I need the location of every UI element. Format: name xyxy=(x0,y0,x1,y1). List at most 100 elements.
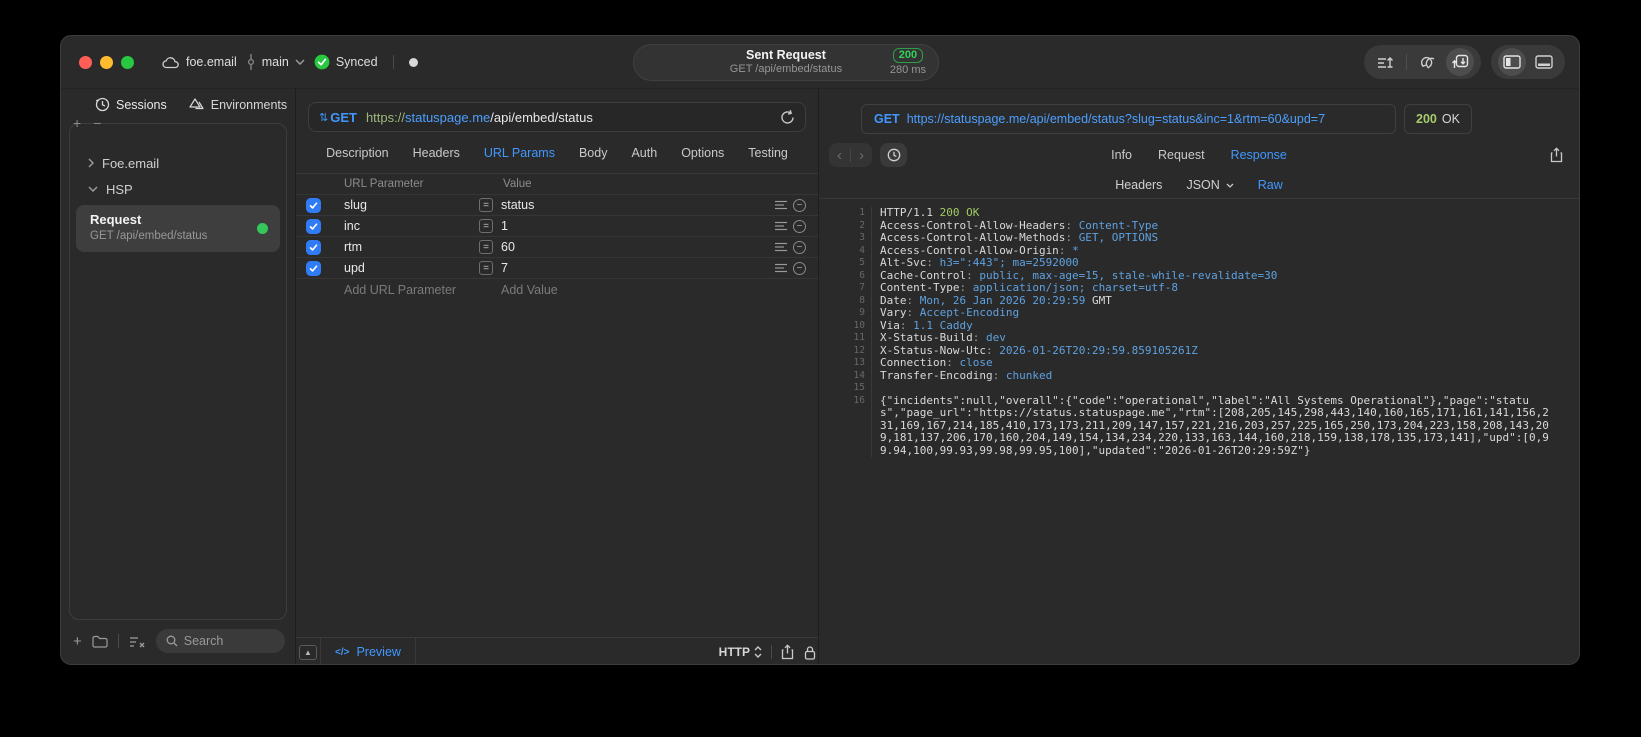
sent-request-url[interactable]: GET https://statuspage.me/api/embed/stat… xyxy=(861,103,1396,134)
search-icon xyxy=(166,635,178,647)
send-to-window-icon xyxy=(1451,54,1468,68)
param-enabled-checkbox[interactable] xyxy=(306,197,321,213)
filter-list-button[interactable] xyxy=(129,635,146,648)
tree-item-foe-email[interactable]: Foe.email xyxy=(70,150,286,176)
param-value-input[interactable]: 60 xyxy=(501,240,515,254)
params-header-row: URL Parameter Value xyxy=(296,174,818,195)
line-number: 3 xyxy=(859,232,865,243)
remove-param-icon[interactable]: − xyxy=(793,219,806,233)
collapse-panel-button[interactable]: ▲ xyxy=(296,638,321,664)
request-method[interactable]: GET xyxy=(330,110,357,125)
request-summary-pill[interactable]: Sent Request GET /api/embed/status 200 2… xyxy=(633,44,939,81)
environments-icon xyxy=(189,98,204,110)
remove-param-icon[interactable]: − xyxy=(793,198,806,212)
code-icon: </> xyxy=(335,646,350,658)
equals-operator-icon[interactable]: = xyxy=(479,240,493,254)
tab-description[interactable]: Description xyxy=(326,146,389,160)
request-tabs: Description Headers URL Params Body Auth Opti… xyxy=(296,132,818,174)
add-session-button[interactable]: + xyxy=(73,116,81,132)
param-enabled-checkbox[interactable] xyxy=(306,260,321,276)
new-folder-button[interactable] xyxy=(92,635,108,648)
reorder-handle-icon[interactable] xyxy=(775,200,787,210)
reorder-handle-icon[interactable] xyxy=(775,263,787,273)
zoom-window-button[interactable] xyxy=(121,55,134,69)
tab-sessions[interactable]: Sessions xyxy=(95,97,167,112)
export-session-button[interactable] xyxy=(1371,48,1399,76)
search-placeholder: Search xyxy=(183,634,224,648)
add-param-name-field[interactable]: Add URL Parameter xyxy=(344,283,456,297)
app-window: foe.email main Synced Sent Request GET /… xyxy=(60,35,1580,665)
response-panel: GET https://statuspage.me/api/embed/stat… xyxy=(819,89,1579,664)
param-name-input[interactable]: slug xyxy=(344,198,367,212)
status-code-badge: 200 xyxy=(892,47,924,63)
minimize-window-button[interactable] xyxy=(100,55,113,69)
send-to-window-button[interactable] xyxy=(1446,48,1474,76)
equals-operator-icon[interactable]: = xyxy=(479,261,493,275)
equals-operator-icon[interactable]: = xyxy=(479,219,493,233)
chevron-down-icon xyxy=(88,186,98,192)
sync-loop-button[interactable] xyxy=(1414,48,1442,76)
request-url-bar[interactable]: ⇅ GET https://statuspage.me/api/embed/st… xyxy=(308,102,806,132)
add-param-value-field[interactable]: Add Value xyxy=(501,283,558,297)
sidebar-search-input[interactable]: Search xyxy=(155,629,285,653)
remove-param-icon[interactable]: − xyxy=(793,261,806,275)
share-response-button[interactable] xyxy=(1550,147,1563,163)
tab-json[interactable]: JSON xyxy=(1186,178,1234,192)
param-value-input[interactable]: 1 xyxy=(501,219,508,233)
sync-status[interactable]: Synced xyxy=(314,54,378,70)
tree-item-hsp[interactable]: HSP xyxy=(70,176,286,202)
add-request-button[interactable]: + xyxy=(73,633,82,650)
lock-button[interactable] xyxy=(804,645,816,660)
tab-environments-label: Environments xyxy=(210,97,288,112)
branch-selector[interactable]: main xyxy=(246,54,305,70)
tab-info[interactable]: Info xyxy=(1111,148,1132,162)
tab-environments[interactable]: Environments xyxy=(189,97,287,112)
window-actions-group xyxy=(1364,45,1481,79)
protocol-selector[interactable]: HTTP xyxy=(719,645,762,659)
line-number: 9 xyxy=(859,307,865,318)
reorder-handle-icon[interactable] xyxy=(775,242,787,252)
param-enabled-checkbox[interactable] xyxy=(306,239,321,255)
param-row: slug = status − xyxy=(296,195,818,216)
share-request-button[interactable] xyxy=(781,644,794,660)
close-window-button[interactable] xyxy=(79,55,92,69)
param-value-input[interactable]: 7 xyxy=(501,261,508,275)
sent-request-subtitle: GET /api/embed/status xyxy=(729,63,843,76)
param-name-input[interactable]: inc xyxy=(344,219,360,233)
tree-item-label: HSP xyxy=(106,181,133,197)
param-name-input[interactable]: rtm xyxy=(344,240,362,254)
panel-bottom-icon xyxy=(1535,55,1553,69)
synced-check-icon xyxy=(314,54,330,70)
tab-auth[interactable]: Auth xyxy=(631,146,657,160)
reorder-handle-icon[interactable] xyxy=(775,221,787,231)
tab-body[interactable]: Body xyxy=(579,146,608,160)
tab-headers[interactable]: Headers xyxy=(1115,178,1162,192)
param-name-input[interactable]: upd xyxy=(344,261,365,275)
equals-operator-icon[interactable]: = xyxy=(479,198,493,212)
line-number: 8 xyxy=(859,294,865,306)
divider xyxy=(117,634,119,648)
remove-session-button[interactable]: − xyxy=(93,116,101,132)
tab-request[interactable]: Request xyxy=(1158,148,1205,162)
param-value-input[interactable]: status xyxy=(501,198,534,212)
remove-param-icon[interactable]: − xyxy=(793,240,806,254)
method-selector-icon[interactable]: ⇅ xyxy=(319,111,328,124)
tab-url-params[interactable]: URL Params xyxy=(484,146,555,160)
tab-response[interactable]: Response xyxy=(1231,148,1287,162)
param-enabled-checkbox[interactable] xyxy=(306,218,321,234)
toggle-sidebar-button[interactable] xyxy=(1498,48,1526,76)
tab-raw[interactable]: Raw xyxy=(1258,178,1283,192)
url-path: /api/embed/status xyxy=(490,109,593,125)
add-param-row: Add URL Parameter Add Value xyxy=(296,279,818,301)
preview-button[interactable]: </> Preview xyxy=(321,638,416,664)
request-item-title: Request xyxy=(90,212,142,227)
response-body[interactable]: 1 HTTP/1.1 200 OK 2 Access-Control-Allow-He… xyxy=(819,199,1579,664)
tab-options[interactable]: Options xyxy=(681,146,724,160)
reload-icon[interactable] xyxy=(780,109,795,125)
request-list-item-selected[interactable]: Request GET /api/embed/status xyxy=(76,205,280,252)
param-row: inc = 1 − xyxy=(296,216,818,237)
tab-headers[interactable]: Headers xyxy=(413,146,460,160)
tab-testing[interactable]: Testing xyxy=(748,146,788,160)
project-cloud-item[interactable]: foe.email xyxy=(162,55,237,69)
toggle-bottom-panel-button[interactable] xyxy=(1530,48,1558,76)
